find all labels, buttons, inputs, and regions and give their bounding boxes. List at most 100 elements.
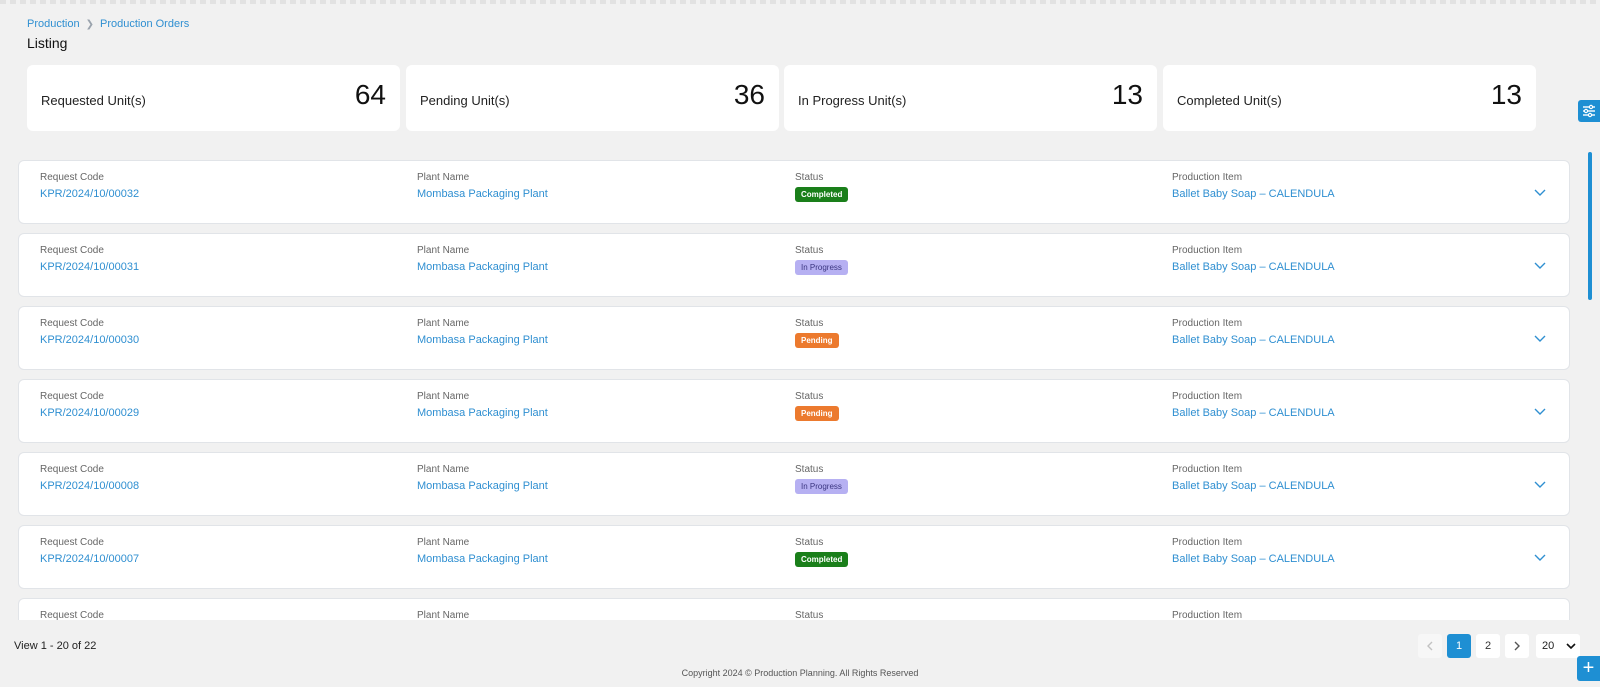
column-label: Plant Name: [417, 537, 470, 548]
request-code-link[interactable]: KPR/2024/10/00007: [40, 551, 139, 567]
plant-name-link[interactable]: Mombasa Packaging Plant: [417, 259, 548, 275]
plus-icon: +: [1582, 657, 1595, 679]
stat-card-pending: Pending Unit(s) 36: [406, 65, 779, 131]
stat-card-completed: Completed Unit(s) 13: [1163, 65, 1536, 131]
column-label: Request Code: [40, 610, 104, 620]
status-badge: Pending: [795, 333, 839, 348]
stat-label: Pending Unit(s): [420, 93, 510, 108]
column-label: Production Item: [1172, 172, 1243, 183]
chevron-down-icon[interactable]: [1533, 550, 1547, 564]
stats-cards: Requested Unit(s) 64 Pending Unit(s) 36 …: [27, 65, 1560, 131]
column-label: Plant Name: [417, 245, 470, 256]
order-row[interactable]: Request Code KPR/2024/10/00031 Plant Name…: [18, 233, 1570, 297]
column-label: Production Item: [1172, 245, 1243, 256]
production-item-link[interactable]: Ballet Baby Soap – CALENDULA: [1172, 186, 1335, 202]
production-item-link[interactable]: Ballet Baby Soap – CALENDULA: [1172, 478, 1335, 494]
chevron-down-icon[interactable]: [1533, 331, 1547, 345]
chevron-right-icon: [1514, 641, 1520, 651]
request-code-link[interactable]: KPR/2024/10/00029: [40, 405, 139, 421]
plant-name-link[interactable]: Mombasa Packaging Plant: [417, 186, 548, 202]
column-label: Plant Name: [417, 391, 470, 402]
stat-label: Requested Unit(s): [41, 93, 146, 108]
vertical-scrollbar[interactable]: [1588, 152, 1592, 300]
column-label: Plant Name: [417, 318, 470, 329]
status-badge: Pending: [795, 406, 839, 421]
stat-value: 13: [1111, 79, 1143, 110]
breadcrumb-production[interactable]: Production: [27, 18, 80, 30]
breadcrumb: Production ❯ Production Orders: [27, 18, 189, 30]
column-label: Production Item: [1172, 318, 1243, 329]
plant-name-link[interactable]: Mombasa Packaging Plant: [417, 405, 548, 421]
order-row[interactable]: Request Code Plant Name Status Productio…: [18, 598, 1570, 620]
column-label: Request Code: [40, 464, 104, 475]
request-code-link[interactable]: KPR/2024/10/00031: [40, 259, 139, 275]
chevron-left-icon: [1427, 641, 1433, 651]
page-button-2[interactable]: 2: [1476, 634, 1500, 658]
request-code-link[interactable]: KPR/2024/10/00032: [40, 186, 139, 202]
production-item-link[interactable]: Ballet Baby Soap – CALENDULA: [1172, 332, 1335, 348]
order-row[interactable]: Request Code KPR/2024/10/00032 Plant Name…: [18, 160, 1570, 224]
chevron-down-icon[interactable]: [1533, 185, 1547, 199]
column-label: Status: [795, 318, 824, 329]
column-label: Status: [795, 172, 824, 183]
page-size-value: 20: [1542, 640, 1555, 652]
plant-name-link[interactable]: Mombasa Packaging Plant: [417, 478, 548, 494]
stat-card-requested: Requested Unit(s) 64: [27, 65, 400, 131]
breadcrumb-separator-icon: ❯: [85, 18, 94, 30]
column-label: Request Code: [40, 172, 104, 183]
filter-button[interactable]: [1578, 100, 1600, 122]
prev-page-button[interactable]: [1418, 634, 1442, 658]
sliders-icon: [1583, 104, 1595, 118]
status-badge: In Progress: [795, 260, 848, 275]
column-label: Status: [795, 464, 824, 475]
request-code-link[interactable]: KPR/2024/10/00030: [40, 332, 139, 348]
pagination: 1 2: [0, 634, 1600, 658]
chevron-down-icon[interactable]: [1533, 404, 1547, 418]
column-label: Production Item: [1172, 610, 1243, 620]
column-label: Status: [795, 537, 824, 548]
column-label: Production Item: [1172, 537, 1243, 548]
chevron-down-icon[interactable]: [1533, 258, 1547, 272]
column-label: Plant Name: [417, 172, 470, 183]
production-item-link[interactable]: Ballet Baby Soap – CALENDULA: [1172, 405, 1335, 421]
top-border: [0, 0, 1600, 4]
order-row[interactable]: Request Code KPR/2024/10/00007 Plant Name…: [18, 525, 1570, 589]
order-row[interactable]: Request Code KPR/2024/10/00008 Plant Name…: [18, 452, 1570, 516]
page-size-select[interactable]: 20: [1536, 634, 1580, 658]
chevron-down-icon: [1566, 643, 1576, 650]
column-label: Request Code: [40, 537, 104, 548]
column-label: Production Item: [1172, 391, 1243, 402]
column-label: Request Code: [40, 318, 104, 329]
stat-value: 64: [354, 79, 386, 110]
plant-name-link[interactable]: Mombasa Packaging Plant: [417, 551, 548, 567]
production-item-link[interactable]: Ballet Baby Soap – CALENDULA: [1172, 551, 1335, 567]
status-badge: Completed: [795, 187, 849, 202]
next-page-button[interactable]: [1505, 634, 1529, 658]
request-code-link[interactable]: KPR/2024/10/00008: [40, 478, 139, 494]
orders-list: Request Code KPR/2024/10/00032 Plant Name…: [18, 160, 1570, 620]
page-title: Listing: [27, 35, 68, 51]
production-item-link[interactable]: Ballet Baby Soap – CALENDULA: [1172, 259, 1335, 275]
column-label: Production Item: [1172, 464, 1243, 475]
page-button-1[interactable]: 1: [1447, 634, 1471, 658]
stat-label: Completed Unit(s): [1177, 93, 1282, 108]
column-label: Status: [795, 245, 824, 256]
status-badge: In Progress: [795, 479, 848, 494]
stat-card-in-progress: In Progress Unit(s) 13: [784, 65, 1157, 131]
status-badge: Completed: [795, 552, 849, 567]
stat-value: 13: [1490, 79, 1522, 110]
column-label: Request Code: [40, 391, 104, 402]
add-button[interactable]: +: [1577, 656, 1600, 681]
chevron-down-icon[interactable]: [1533, 477, 1547, 491]
column-label: Request Code: [40, 245, 104, 256]
column-label: Plant Name: [417, 464, 470, 475]
footer-copyright: Copyright 2024 © Production Planning. Al…: [681, 668, 919, 678]
order-row[interactable]: Request Code KPR/2024/10/00029 Plant Name…: [18, 379, 1570, 443]
breadcrumb-production-orders[interactable]: Production Orders: [100, 18, 189, 30]
column-label: Status: [795, 391, 824, 402]
column-label: Status: [795, 610, 824, 620]
order-row[interactable]: Request Code KPR/2024/10/00030 Plant Name…: [18, 306, 1570, 370]
column-label: Plant Name: [417, 610, 470, 620]
stat-label: In Progress Unit(s): [798, 93, 907, 108]
plant-name-link[interactable]: Mombasa Packaging Plant: [417, 332, 548, 348]
